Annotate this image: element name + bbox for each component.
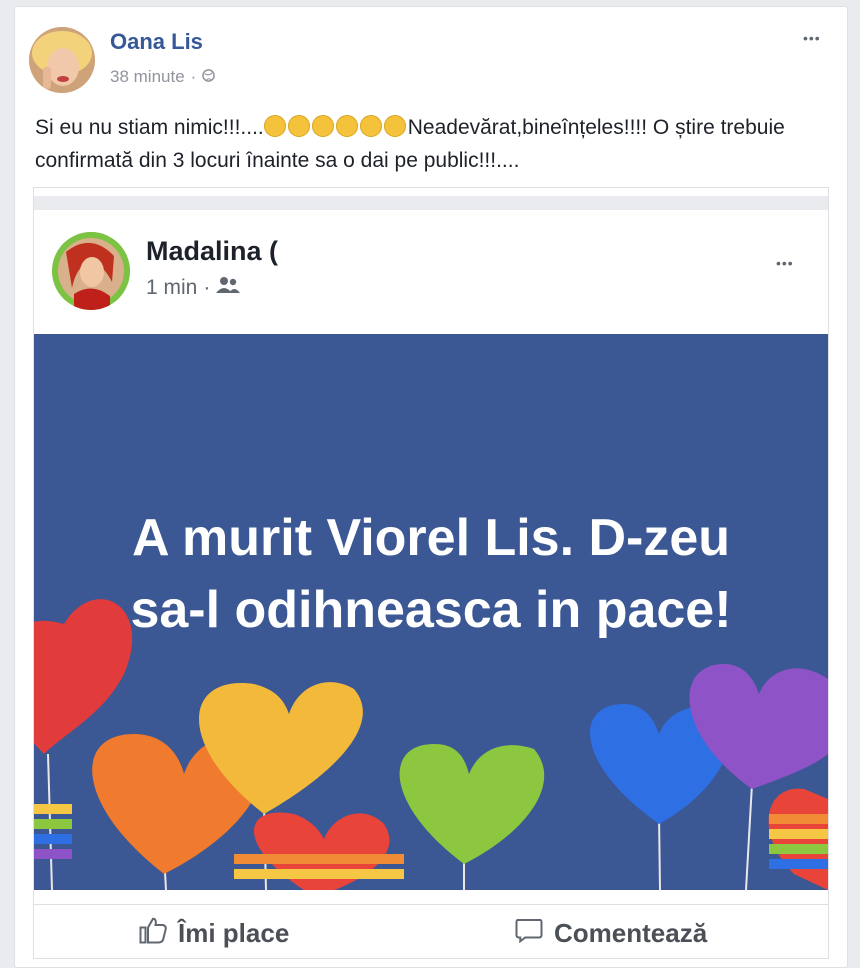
shared-post[interactable]: Madalina ( 1 min · ••• A murit Viorel Li… bbox=[33, 187, 829, 959]
rolling-eyes-icon bbox=[359, 115, 382, 137]
smiling-face-icon bbox=[335, 115, 358, 137]
post-options-icon[interactable]: ••• bbox=[803, 31, 821, 45]
like-label: Îmi place bbox=[178, 918, 290, 948]
meta-separator: · bbox=[190, 67, 197, 86]
banner-text: A murit Viorel Lis. D-zeu sa-l odihneasc… bbox=[130, 509, 732, 639]
post-actions-bar: Îmi place Comentează bbox=[34, 904, 828, 958]
text-background-banner: A murit Viorel Lis. D-zeu sa-l odihneasc… bbox=[34, 334, 828, 890]
meta-separator: · bbox=[203, 276, 211, 299]
comment-button[interactable]: Comentează bbox=[514, 915, 707, 952]
post-meta: 38 minute · bbox=[110, 67, 216, 87]
post-text-start: Si eu nu stiam nimic!!!.... bbox=[35, 116, 264, 139]
shared-options-icon[interactable]: ••• bbox=[776, 256, 794, 270]
tears-of-joy-icon bbox=[287, 115, 310, 137]
post-text: Si eu nu stiam nimic!!!.... Neadevărat,bi… bbox=[35, 111, 825, 177]
shared-time[interactable]: 1 min bbox=[146, 276, 197, 300]
anxious-face-icon bbox=[263, 115, 286, 137]
author-avatar[interactable] bbox=[29, 27, 95, 93]
emoji-row bbox=[263, 115, 408, 139]
rolling-eyes-icon bbox=[383, 115, 406, 137]
like-button[interactable]: Îmi place bbox=[138, 915, 289, 952]
winking-tongue-icon bbox=[311, 115, 334, 137]
author-name[interactable]: Oana Lis bbox=[110, 29, 203, 55]
thumbs-up-icon bbox=[138, 915, 168, 952]
post-card: Oana Lis 38 minute · ••• Si eu nu stiam … bbox=[14, 6, 848, 968]
post-time[interactable]: 38 minute bbox=[110, 67, 185, 87]
shared-top-bar bbox=[34, 196, 828, 210]
shared-author-name[interactable]: Madalina ( bbox=[146, 236, 278, 267]
shared-header: Madalina ( 1 min · ••• bbox=[34, 210, 828, 332]
comment-label: Comentează bbox=[554, 918, 708, 948]
shared-author-avatar[interactable] bbox=[52, 232, 130, 310]
shared-meta: 1 min · bbox=[146, 276, 241, 300]
comment-icon bbox=[514, 915, 544, 952]
friends-icon[interactable] bbox=[216, 276, 241, 300]
globe-icon[interactable] bbox=[202, 67, 216, 87]
